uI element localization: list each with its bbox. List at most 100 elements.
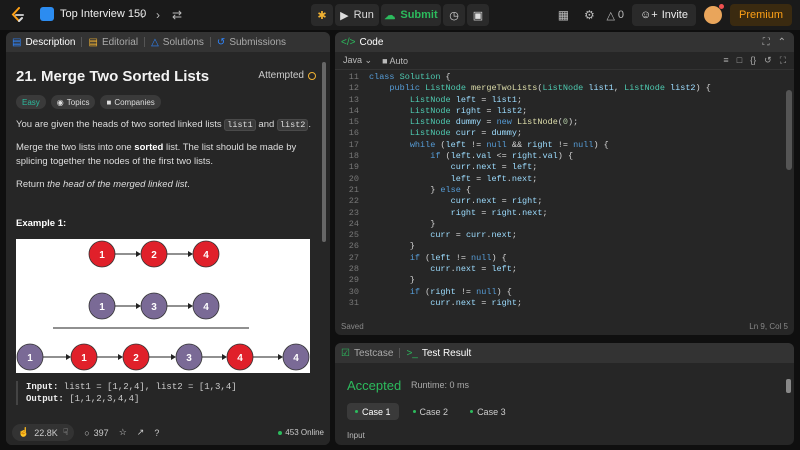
tab-description[interactable]: ▤ Description [6,32,81,52]
description-scrollbar[interactable] [322,62,326,242]
cursor-position: Ln 9, Col 5 [749,321,788,331]
like-count: 22.8K [34,427,58,438]
layout-grid-icon[interactable]: ▦ [554,6,572,24]
tab-submissions[interactable]: ↺ Submissions [211,32,292,52]
code-brackets-icon: </> [341,36,356,48]
attempted-icon [308,71,316,80]
merged-node-value: 3 [186,353,192,364]
comments-button[interactable]: ○ 397 [84,428,108,438]
code-panel: </> Code ⛶ ⌃ Java ⌄ ■ Auto ≡ □ {} ↺ ⛶ 11… [335,32,794,335]
streak-counter[interactable]: △ 0 [606,9,624,22]
tab-label: Code [359,36,384,48]
run-button[interactable]: ▶ Run [335,4,379,26]
tab-editorial[interactable]: ▤ Editorial [82,32,144,52]
tab-code[interactable]: </> Code [335,32,389,52]
online-dot-icon [278,430,283,435]
bookmark-icon[interactable]: □ [737,55,742,66]
problem-list-title: Top Interview 150 [60,8,147,20]
lock-icon: ■ [106,97,112,107]
language-select[interactable]: Java ⌄ [343,55,372,66]
input-section-label: Input [347,431,365,440]
notes-button[interactable]: ▣ [467,4,489,26]
timer-button[interactable]: ◷ [443,4,465,26]
maximize-icon[interactable]: ⛶ [763,37,770,48]
pass-dot-icon [470,410,474,413]
case-tabs: Case 1 Case 2 Case 3 [347,403,514,420]
case-tab-3[interactable]: Case 3 [462,403,514,420]
help-icon[interactable]: ? [154,428,159,438]
leetcode-logo-icon[interactable] [10,7,26,23]
tab-label: Submissions [229,36,287,48]
tag-row: Easy ◉ Topics ■ Companies [16,95,316,109]
invite-label: Invite [661,9,688,21]
tab-label: Editorial [101,36,139,48]
list1-node-value: 1 [99,250,105,261]
line-number: 25 [348,230,359,241]
line-number: 23 [348,207,359,218]
auto-mode[interactable]: ■ Auto [382,56,408,66]
checkbox-icon: ☑ [341,347,350,359]
tab-testcase[interactable]: ☑ Testcase [335,343,399,363]
merged-node-value: 4 [237,353,243,364]
description-paragraph: Return the head of the merged linked lis… [16,178,316,192]
flask-icon: △ [151,36,159,48]
input-value: list1 = [1,2,4], list2 = [1,3,4] [58,382,237,392]
line-number: 18 [348,151,359,162]
next-problem-icon[interactable]: › [156,8,160,22]
braces-icon[interactable]: {} [750,55,756,66]
lock-icon: ■ [382,55,388,66]
comment-count: 397 [93,427,109,438]
problem-list-selector[interactable]: Top Interview 150 [40,7,146,21]
description-paragraph: Merge the two lists into one sorted list… [16,141,316,169]
reset-icon[interactable]: ↺ [764,55,772,66]
line-number: 14 [348,105,359,116]
code-inline: list2 [276,119,309,131]
thumbs-up-icon[interactable]: ☝ [18,427,29,438]
avatar[interactable] [703,4,724,24]
premium-button[interactable]: Premium [729,4,792,26]
line-number: 26 [348,241,359,252]
case-tab-2[interactable]: Case 2 [405,403,457,420]
invite-button[interactable]: ☺+ Invite [632,4,696,26]
share-icon[interactable]: ↗ [137,427,145,438]
gear-icon[interactable]: ⚙ [580,6,598,24]
difficulty-badge[interactable]: Easy [16,95,46,109]
tab-solutions[interactable]: △ Solutions [145,32,210,52]
case-label: Case 1 [362,406,391,417]
prev-problem-icon[interactable]: ‹ [140,8,144,22]
text: and [255,119,277,130]
study-plan-icon [40,7,54,21]
shuffle-icon[interactable]: ⇄ [172,8,182,22]
linked-list-diagram: 1 2 4 1 3 4 1 1 2 3 4 4 [16,240,310,371]
arrow-head [136,251,141,257]
case-tab-1[interactable]: Case 1 [347,403,399,420]
line-number: 27 [348,252,359,263]
list2-node-value: 1 [99,302,105,313]
code-editor[interactable]: 11 12 13 14 15 16 17 18 19 20 21 22 23 24 25 26 27 28 29 30… [335,72,794,312]
arrow-head [118,354,123,360]
status-badge: Attempted [258,70,316,81]
result-scrollbar[interactable] [786,379,791,393]
debug-button[interactable]: ✱ [311,4,333,26]
document-icon: ▤ [12,36,22,48]
fullscreen-icon[interactable]: ⛶ [780,55,786,66]
list2-node-value: 4 [203,302,209,313]
comment-icon: ○ [84,427,90,438]
tab-test-result[interactable]: >_ Test Result [400,343,477,363]
online-count: 453 Online [285,428,324,437]
mode-label: Auto [389,55,409,66]
topics-tag[interactable]: ◉ Topics [50,95,96,109]
star-icon[interactable]: ☆ [119,427,127,438]
arrow-head [136,303,141,309]
line-number: 12 [348,83,359,94]
source-code[interactable]: class Solution { public ListNode mergeTw… [369,72,711,309]
companies-tag[interactable]: ■ Companies [100,95,161,109]
editor-scrollbar[interactable] [786,90,792,170]
submit-button[interactable]: ☁ Submit [381,4,441,26]
format-icon[interactable]: ≡ [723,55,728,66]
thumbs-down-icon[interactable]: ☟ [63,427,68,438]
line-number: 13 [348,94,359,105]
collapse-icon[interactable]: ⌃ [778,37,786,48]
line-number: 29 [348,275,359,286]
alarm-icon: ◷ [449,9,459,22]
